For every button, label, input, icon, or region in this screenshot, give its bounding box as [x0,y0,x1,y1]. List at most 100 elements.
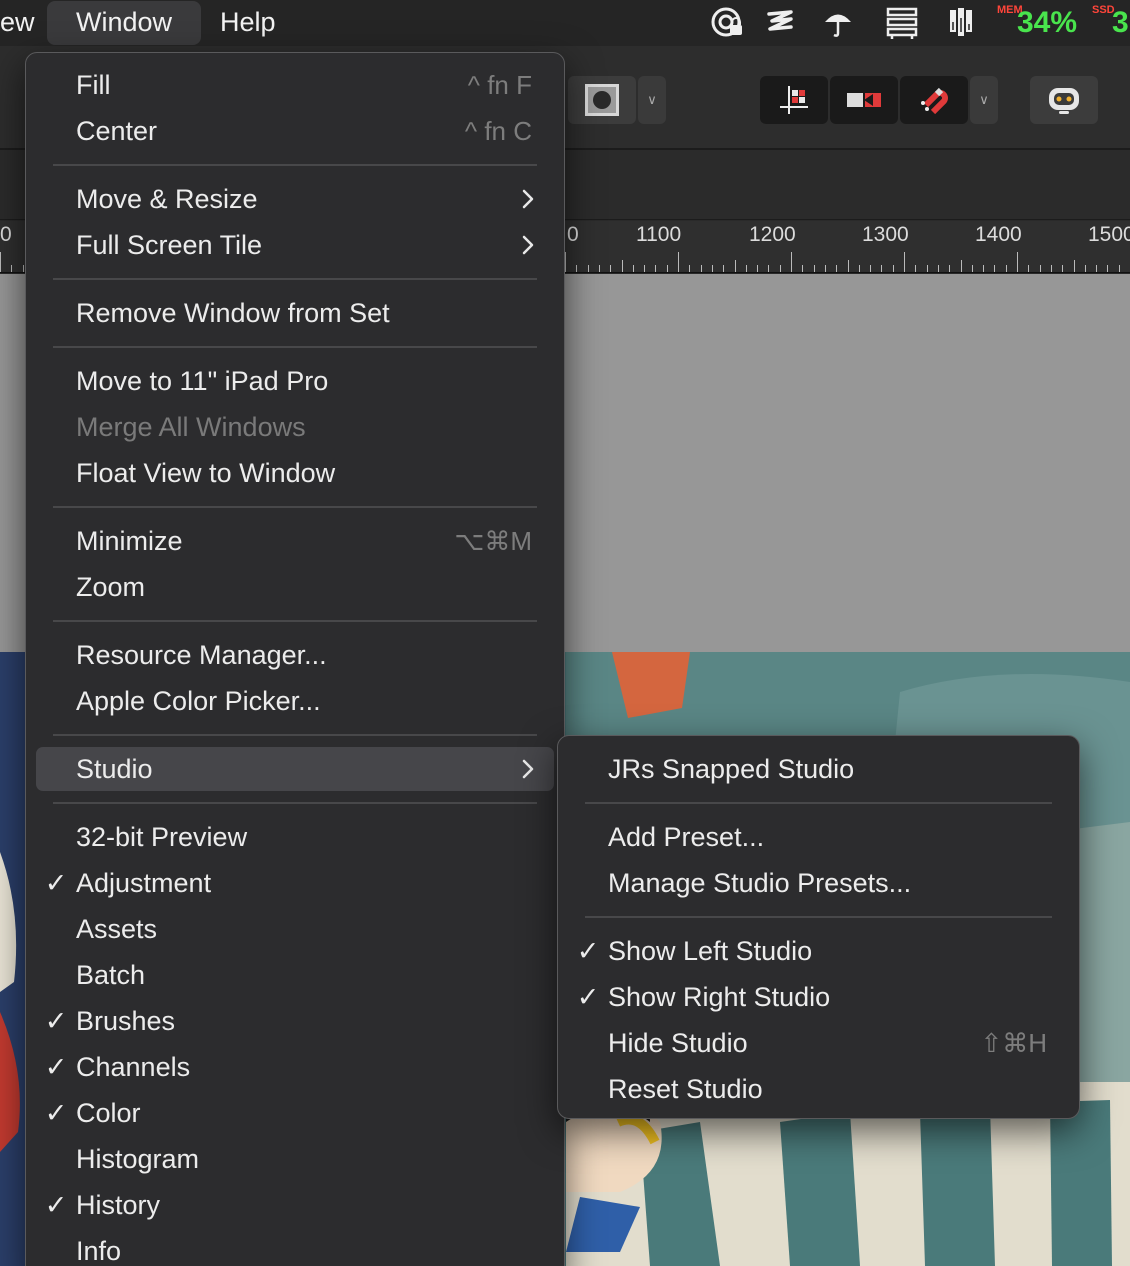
menu-item-histogram[interactable]: Histogram [36,1137,554,1181]
magnet-button[interactable] [900,76,968,124]
checkmark-icon: ✓ [576,982,600,1012]
ruler-tick [0,252,1,272]
ruler-tick [644,265,646,272]
menu-item-add-preset[interactable]: Add Preset... [568,815,1069,859]
ruler-tick [847,260,849,272]
keyboard-shortcut: ⇧⌘H [980,1028,1047,1058]
menu-item-apple-color-picker[interactable]: Apple Color Picker... [36,679,554,723]
snap-toggle-icon [847,93,881,107]
ruler-tick [1005,265,1007,272]
ruler-tick [745,265,747,272]
ruler-tick [587,265,589,272]
menu-item-manage-studio-presets[interactable]: Manage Studio Presets... [568,861,1069,905]
ruler-tick [1050,265,1052,272]
menu-item-studio[interactable]: Studio [36,747,554,791]
menu-item-adjustment[interactable]: ✓ Adjustment [36,861,554,905]
umbrella-icon[interactable] [820,6,856,40]
window-menu: Fill ^ fn F Center ^ fn C Move & Resize Full … [25,52,565,1266]
checkmark-icon: ✓ [576,936,600,966]
menu-item-minimize[interactable]: Minimize ⌥⌘M [36,519,554,563]
ruler-tick [904,252,905,272]
menu-item-full-screen-tile[interactable]: Full Screen Tile [36,223,554,267]
menu-item-info[interactable]: Info [36,1229,554,1266]
assistant-button[interactable] [1030,76,1098,124]
ruler-label: 1300 [862,223,909,246]
checkmark-icon: ✓ [44,1098,68,1128]
menu-separator [585,802,1052,804]
ruler-tick [711,265,713,272]
ruler-tick [768,265,770,272]
ruler-label: 0 [567,223,579,246]
privacy-lock-icon[interactable] [708,6,748,40]
ruler-tick [1118,265,1120,272]
ssd-label: SSD [1092,4,1115,16]
menu-item-float-view-to-window[interactable]: Float View to Window [36,451,554,495]
ruler-label: 1500 [1088,223,1130,246]
menu-item-32-bit-preview[interactable]: 32-bit Preview [36,815,554,859]
mem-label: MEM [997,4,1023,16]
menu-item-move-to-11-ipad-pro[interactable]: Move to 11" iPad Pro [36,359,554,403]
keyboard-shortcut: ⌥⌘M [454,526,532,556]
ruler-tick [1073,260,1075,272]
menu-item-color[interactable]: ✓ Color [36,1091,554,1135]
menu-item-label: Move & Resize [76,184,258,214]
menu-item-label: Move to 11" iPad Pro [76,366,329,396]
menubar-item-view[interactable]: ew [0,0,35,46]
menu-item-history[interactable]: ✓ History [36,1183,554,1227]
ruler-tick [971,265,973,272]
menubar-item-help[interactable]: Help [220,0,276,46]
menu-item-label: History [76,1190,161,1220]
menu-separator [53,734,537,736]
ruler-tick [915,265,917,272]
ruler-tick [779,265,781,272]
menu-item-assets[interactable]: Assets [36,907,554,951]
snap-toggle-button[interactable] [830,76,898,124]
menu-item-jrs-snapped-studio[interactable]: JRs Snapped Studio [568,747,1069,791]
menu-item-move-resize[interactable]: Move & Resize [36,177,554,221]
menu-item-label: Studio [76,754,153,784]
menu-item-hide-studio[interactable]: Hide Studio ⇧⌘H [568,1021,1069,1065]
ruler-tick [11,265,13,272]
ruler-tick [1107,265,1109,272]
record-button[interactable] [568,76,636,124]
menu-item-reset-studio[interactable]: Reset Studio [568,1067,1069,1111]
menu-item-label: Show Left Studio [608,936,813,966]
menu-item-label: Info [76,1236,122,1266]
menu-item-resource-manager[interactable]: Resource Manager... [36,633,554,677]
menu-item-zoom[interactable]: Zoom [36,565,554,609]
stack-app-icon[interactable] [762,6,798,40]
menu-item-show-right-studio[interactable]: ✓ Show Right Studio [568,975,1069,1019]
ssd-percent[interactable]: 3 [1112,4,1129,42]
ruler-tick [632,265,634,272]
menu-item-remove-window-from-set[interactable]: Remove Window from Set [36,291,554,335]
ruler-tick [734,260,736,272]
menu-item-label: Zoom [76,572,146,602]
ruler-tick [576,265,578,272]
ruler-tick [598,265,600,272]
ruler-tick [621,260,623,272]
snap-grid-icon [780,86,808,114]
menu-item-fill[interactable]: Fill ^ fn F [36,63,554,107]
menubar-item-window[interactable]: Window [47,1,202,45]
menu-item-label: Merge All Windows [76,412,306,442]
ruler-tick [937,265,939,272]
menu-separator [53,164,537,166]
menu-item-show-left-studio[interactable]: ✓ Show Left Studio [568,929,1069,973]
snap-grid-button[interactable] [760,76,828,124]
ruler-tick [836,265,838,272]
menu-item-label: Resource Manager... [76,640,327,670]
menu-item-label: Batch [76,960,146,990]
menu-item-label: Float View to Window [76,458,336,488]
cpu-cores-icon[interactable] [942,6,980,40]
ruler-tick [1017,252,1018,272]
snap-dropdown-chevron[interactable]: ∨ [970,76,998,124]
menu-item-channels[interactable]: ✓ Channels [36,1045,554,1089]
menu-item-brushes[interactable]: ✓ Brushes [36,999,554,1043]
ruler-label: 1100 [636,223,682,246]
ruler-tick [723,265,725,272]
menu-item-center[interactable]: Center ^ fn C [36,109,554,153]
record-dropdown-chevron[interactable]: ∨ [638,76,666,124]
menu-item-batch[interactable]: Batch [36,953,554,997]
server-rack-icon[interactable] [882,6,922,40]
mem-percent[interactable]: 34% [1017,4,1077,42]
